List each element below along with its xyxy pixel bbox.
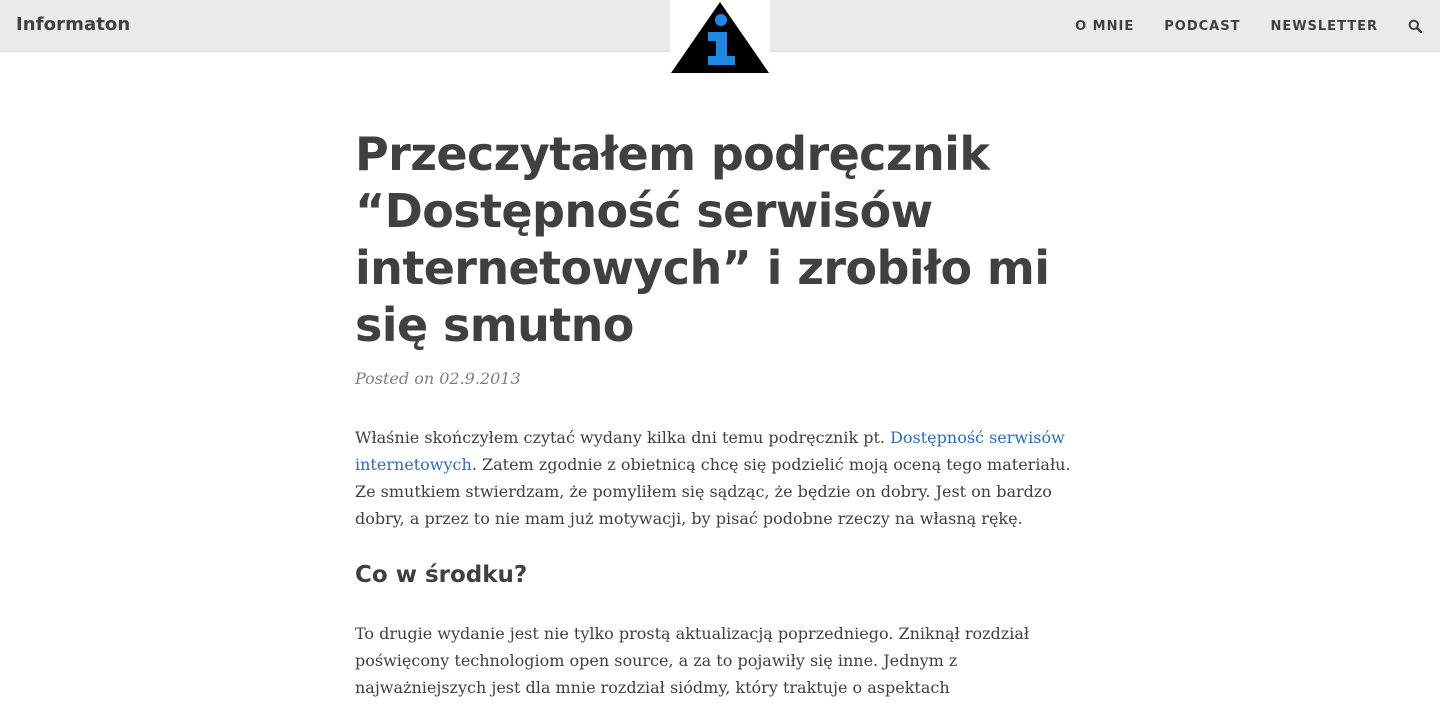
nav-item-o-mnie[interactable]: O MNIE xyxy=(1075,19,1134,34)
nav-item-podcast[interactable]: PODCAST xyxy=(1164,19,1240,34)
post-title: Przeczytałem podręcznik “Dostępność serw… xyxy=(355,127,1050,352)
post-article: Przeczytałem podręcznik “Dostępność serw… xyxy=(355,126,1085,701)
main-nav: O MNIE PODCAST NEWSLETTER xyxy=(1075,0,1440,52)
search-icon[interactable] xyxy=(1408,19,1422,33)
post-body: Właśnie skończyłem czytać wydany kilka d… xyxy=(355,424,1085,701)
intro-text-before-link: Właśnie skończyłem czytać wydany kilka d… xyxy=(355,428,891,447)
top-navbar: Informaton O MNIE PODCAST NEWSLETTER xyxy=(0,0,1440,74)
content-paragraph: To drugie wydanie jest nie tylko prostą … xyxy=(355,624,1030,697)
site-logo[interactable] xyxy=(670,0,770,74)
brand-link[interactable]: Informaton xyxy=(16,14,130,35)
post-date: Posted on 02.9.2013 xyxy=(355,369,521,388)
intro-paragraph: Właśnie skończyłem czytać wydany kilka d… xyxy=(355,424,1085,532)
nav-item-newsletter[interactable]: NEWSLETTER xyxy=(1270,19,1378,34)
info-triangle-logo-icon xyxy=(671,2,769,73)
section-heading: Co w środku? xyxy=(355,562,528,588)
